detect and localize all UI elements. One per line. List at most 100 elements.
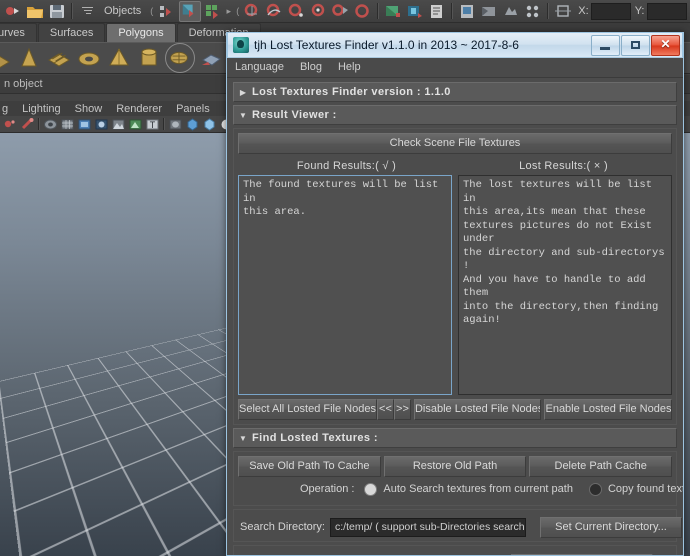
snap-to-view-plane-icon[interactable] bbox=[331, 2, 351, 21]
snap-to-projected-center-icon[interactable] bbox=[309, 2, 329, 21]
output-connections-icon[interactable] bbox=[427, 2, 447, 21]
poly-pyramid-icon[interactable] bbox=[105, 44, 133, 72]
open-scene-icon[interactable] bbox=[25, 2, 45, 21]
render-settings-icon[interactable] bbox=[501, 2, 521, 21]
shaded-sphere-icon[interactable] bbox=[202, 117, 217, 132]
delete-path-cache-button[interactable]: Delete Path Cache bbox=[529, 456, 673, 477]
panel-menu-renderer[interactable]: Renderer bbox=[109, 103, 169, 115]
status-line-collapse-arrow-1[interactable]: ( bbox=[147, 4, 156, 18]
target-directory-row bbox=[238, 552, 672, 555]
status-line-collapse-arrow-2[interactable]: ▸ bbox=[224, 4, 233, 18]
maximize-button[interactable] bbox=[621, 34, 650, 56]
maya-status-line: Objects ( ▸ (X: Y: bbox=[0, 0, 690, 23]
toolbar-separator-2 bbox=[377, 3, 380, 19]
result-viewer-group: Check Scene File Textures Found Results:… bbox=[233, 128, 677, 425]
version-frame-header[interactable]: ▶ Lost Textures Finder version : 1.1.0 bbox=[233, 82, 677, 102]
radio-auto-search-label[interactable]: Auto Search textures from current path bbox=[383, 483, 573, 495]
panel-menu-lighting[interactable]: Lighting bbox=[15, 103, 68, 115]
window-title-bar[interactable]: tjh Lost Textures Finder v1.1.0 in 2013 … bbox=[227, 32, 683, 58]
poly-soft-edge-icon[interactable] bbox=[197, 44, 225, 72]
lost-results-textarea[interactable]: The lost textures will be list in this a… bbox=[458, 175, 672, 395]
panel-menu-lighting-prefix[interactable]: g bbox=[0, 103, 15, 115]
window-controls: ✕ bbox=[590, 34, 680, 56]
shelf-tab-polygons[interactable]: Polygons bbox=[106, 23, 176, 42]
textured-icon[interactable] bbox=[111, 117, 126, 132]
app-icon bbox=[233, 37, 249, 53]
wireframe-icon[interactable] bbox=[77, 117, 92, 132]
result-viewer-frame-header[interactable]: ▼ Result Viewer : bbox=[233, 105, 677, 125]
lost-textures-finder-window[interactable]: tjh Lost Textures Finder v1.1.0 in 2013 … bbox=[226, 32, 684, 556]
coord-input-y[interactable] bbox=[646, 2, 687, 20]
restore-old-path-button[interactable]: Restore Old Path bbox=[383, 456, 527, 477]
select-by-hierarchy-root-icon[interactable] bbox=[157, 2, 177, 21]
find-losted-textures-frame-header[interactable]: ▼ Find Losted Textures : bbox=[233, 428, 677, 448]
snap-to-curve-icon[interactable] bbox=[265, 2, 285, 21]
enable-losted-file-nodes-button[interactable]: Enable Losted File Nodes bbox=[544, 399, 672, 420]
poly-prism-icon[interactable] bbox=[165, 43, 195, 73]
make-live-icon[interactable] bbox=[353, 2, 373, 21]
operation-label: Operation : bbox=[300, 483, 355, 495]
radio-copy-to-target-label[interactable]: Copy found textures to target Directo bbox=[608, 483, 683, 495]
close-button[interactable]: ✕ bbox=[651, 34, 680, 56]
menu-help[interactable]: Help bbox=[330, 58, 369, 77]
select-all-losted-file-nodes-button[interactable]: Select All Losted File Nodes bbox=[238, 399, 377, 420]
next-node-button[interactable]: >> bbox=[393, 399, 411, 420]
coord-label-x: X: bbox=[578, 5, 589, 17]
radio-copy-to-target[interactable] bbox=[588, 482, 602, 496]
select-by-component-type-icon[interactable] bbox=[203, 2, 223, 21]
dialog-body: ▶ Lost Textures Finder version : 1.1.0 ▼… bbox=[227, 78, 683, 555]
minimize-glyph bbox=[600, 46, 610, 50]
poly-torus-icon[interactable] bbox=[75, 44, 103, 72]
shelf-tab-curves[interactable]: urves bbox=[0, 23, 37, 42]
hud-text-icon[interactable]: T bbox=[145, 117, 160, 132]
grid-toggle-icon[interactable] bbox=[168, 117, 183, 132]
search-directory-input[interactable]: c:/temp/ ( support sub-Directories searc… bbox=[329, 517, 526, 537]
coord-label-y: Y: bbox=[634, 5, 645, 17]
set-current-directory-button[interactable]: Set Current Directory... bbox=[539, 516, 682, 538]
save-old-path-to-cache-button[interactable]: Save Old Path To Cache bbox=[238, 456, 381, 477]
poly-plane-icon[interactable] bbox=[0, 44, 13, 72]
disable-losted-file-nodes-button[interactable]: Disable Losted File Nodes bbox=[413, 399, 542, 420]
snap-to-grid-icon[interactable] bbox=[243, 2, 263, 21]
shelf-tab-surfaces[interactable]: Surfaces bbox=[37, 23, 106, 42]
select-all-group: Select All Losted File Nodes << >> bbox=[238, 399, 411, 420]
panel-toolbar-separator bbox=[38, 118, 40, 130]
found-results-textarea[interactable]: The found textures will be list in this … bbox=[238, 175, 452, 395]
toolbar-separator-4 bbox=[547, 3, 550, 19]
poly-cone-icon[interactable] bbox=[15, 44, 43, 72]
show-manipulator-icon[interactable] bbox=[383, 2, 403, 21]
previous-node-button[interactable]: << bbox=[376, 399, 394, 420]
panel-menu-show[interactable]: Show bbox=[68, 103, 110, 115]
minimize-button[interactable] bbox=[591, 34, 620, 56]
input-connections-icon[interactable] bbox=[405, 2, 425, 21]
save-scene-icon[interactable] bbox=[47, 2, 67, 21]
image-plane-icon[interactable] bbox=[43, 117, 58, 132]
shaded-icon[interactable] bbox=[94, 117, 109, 132]
hypershade-icon[interactable] bbox=[523, 2, 543, 21]
lock-transform-icon[interactable] bbox=[553, 2, 573, 21]
hamburger-glyph bbox=[81, 5, 94, 18]
select-by-object-type-icon[interactable] bbox=[179, 0, 202, 22]
coord-input-x[interactable] bbox=[590, 2, 631, 20]
lights-icon[interactable] bbox=[128, 117, 143, 132]
check-scene-file-textures-button[interactable]: Check Scene File Textures bbox=[238, 133, 672, 154]
ipr-render-icon[interactable] bbox=[479, 2, 499, 21]
status-line-collapse-arrow-3[interactable]: ( bbox=[233, 4, 242, 18]
shadows-icon[interactable] bbox=[185, 117, 200, 132]
menu-blog[interactable]: Blog bbox=[292, 58, 330, 77]
select-by-hierarchy-icon[interactable] bbox=[3, 2, 23, 21]
panel-menu-panels[interactable]: Panels bbox=[169, 103, 217, 115]
node-action-buttons: Select All Losted File Nodes << >> Disab… bbox=[238, 399, 672, 420]
radio-auto-search[interactable] bbox=[364, 482, 378, 496]
menu-language[interactable]: Language bbox=[227, 58, 292, 77]
svg-text:T: T bbox=[150, 120, 156, 130]
selection-mode-label[interactable]: Objects bbox=[98, 5, 147, 17]
bookmark-icon[interactable] bbox=[20, 117, 35, 132]
poly-cube-grid-icon[interactable] bbox=[45, 44, 73, 72]
menu-set-icon[interactable] bbox=[77, 2, 97, 21]
render-current-frame-icon[interactable] bbox=[457, 2, 477, 21]
two-sided-lighting-icon[interactable] bbox=[60, 117, 75, 132]
snap-to-point-icon[interactable] bbox=[287, 2, 307, 21]
select-camera-icon[interactable] bbox=[3, 117, 18, 132]
poly-cylinder-icon[interactable] bbox=[135, 44, 163, 72]
